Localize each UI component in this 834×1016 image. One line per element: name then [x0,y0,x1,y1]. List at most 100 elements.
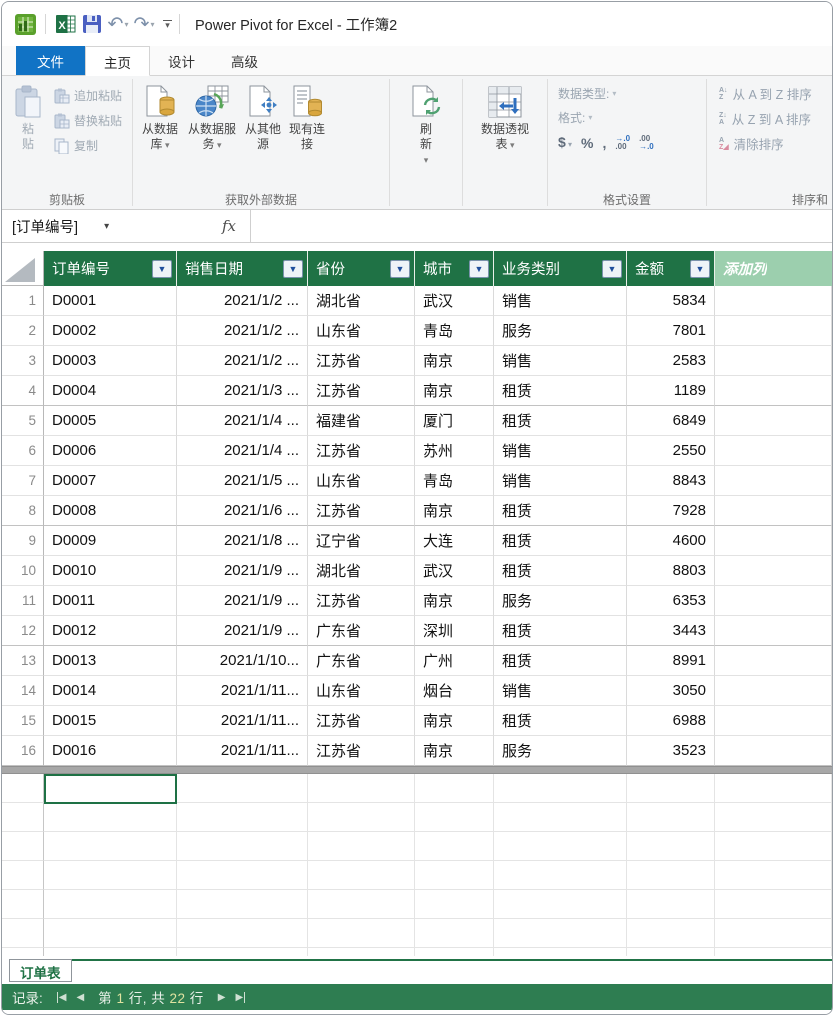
cell-business-type[interactable]: 销售 [494,346,627,376]
cell-add-column[interactable] [715,406,832,436]
cell-order-id[interactable]: D0009 [44,526,177,556]
from-other-sources-button[interactable]: 从其他源 [241,79,285,152]
cell-province[interactable]: 山东省 [308,466,415,496]
cell-city[interactable]: 南京 [415,496,494,526]
cell-sale-date[interactable]: 2021/1/4 ... [177,406,308,436]
cell-add-column[interactable] [715,676,832,706]
row-number[interactable]: 8 [2,496,44,526]
row-number[interactable]: 6 [2,436,44,466]
empty-cell[interactable] [715,803,832,832]
tab-advanced[interactable]: 高级 [213,46,276,75]
row-number[interactable]: 14 [2,676,44,706]
empty-cell[interactable] [2,774,44,803]
tab-design[interactable]: 设计 [150,46,213,75]
empty-cell[interactable] [2,832,44,861]
empty-cell[interactable] [177,803,308,832]
cell-province[interactable]: 江苏省 [308,346,415,376]
select-all-corner[interactable] [2,251,44,286]
first-record-icon[interactable]: ◀ [57,992,67,1003]
cell-add-column[interactable] [715,346,832,376]
cell-business-type[interactable]: 销售 [494,676,627,706]
horizontal-splitter[interactable] [2,766,832,774]
cell-sale-date[interactable]: 2021/1/11... [177,736,308,766]
empty-cell[interactable] [308,861,415,890]
cell-order-id[interactable]: D0005 [44,406,177,436]
cell-business-type[interactable]: 服务 [494,736,627,766]
cell-add-column[interactable] [715,586,832,616]
cell-sale-date[interactable]: 2021/1/3 ... [177,376,308,406]
save-icon[interactable] [79,11,105,37]
existing-connections-button[interactable]: 现有连接 [285,79,329,152]
cell-amount[interactable]: 2550 [627,436,715,466]
cell-city[interactable]: 武汉 [415,556,494,586]
from-database-button[interactable]: 从数据库 ▾ [137,79,183,152]
cell-add-column[interactable] [715,646,832,676]
filter-dropdown-icon[interactable]: ▼ [469,260,489,278]
cell-sale-date[interactable]: 2021/1/4 ... [177,436,308,466]
cell-province[interactable]: 湖北省 [308,286,415,316]
empty-cell[interactable] [177,948,308,956]
column-header-amount[interactable]: 金额 ▼ [627,251,715,286]
column-header-business-type[interactable]: 业务类别 ▼ [494,251,627,286]
cell-business-type[interactable]: 租赁 [494,706,627,736]
cell-order-id[interactable]: D0001 [44,286,177,316]
cell-order-id[interactable]: D0016 [44,736,177,766]
empty-cell[interactable] [627,832,715,861]
empty-cell[interactable] [308,919,415,948]
cell-sale-date[interactable]: 2021/1/9 ... [177,586,308,616]
empty-cell[interactable] [44,803,177,832]
empty-cell[interactable] [2,919,44,948]
empty-cell[interactable] [308,832,415,861]
cell-amount[interactable]: 6849 [627,406,715,436]
tab-file[interactable]: 文件 [16,46,85,75]
row-number[interactable]: 15 [2,706,44,736]
empty-cell[interactable] [715,890,832,919]
cell-business-type[interactable]: 销售 [494,466,627,496]
copy-button[interactable]: 复制 [50,133,126,158]
cell-order-id[interactable]: D0010 [44,556,177,586]
row-number[interactable]: 13 [2,646,44,676]
cell-province[interactable]: 广东省 [308,646,415,676]
cell-city[interactable]: 广州 [415,646,494,676]
cell-add-column[interactable] [715,616,832,646]
empty-cell[interactable] [2,861,44,890]
cell-order-id[interactable]: D0003 [44,346,177,376]
filter-dropdown-icon[interactable]: ▼ [690,260,710,278]
cell-add-column[interactable] [715,736,832,766]
last-record-icon[interactable]: ▶ [236,992,246,1003]
sheet-tab-orders[interactable]: 订单表 [9,959,72,982]
cell-order-id[interactable]: D0013 [44,646,177,676]
empty-cell[interactable] [308,803,415,832]
refresh-button[interactable]: 刷新 ▾ [406,79,446,167]
row-number[interactable]: 4 [2,376,44,406]
empty-cell[interactable] [415,803,494,832]
empty-cell[interactable] [177,890,308,919]
empty-cell[interactable] [308,948,415,956]
empty-cell[interactable] [494,832,627,861]
empty-cell[interactable] [44,890,177,919]
empty-cell[interactable] [627,774,715,803]
cell-sale-date[interactable]: 2021/1/5 ... [177,466,308,496]
cell-city[interactable]: 烟台 [415,676,494,706]
sort-z-to-a-button[interactable]: Z↓A 从 Z 到 A 排序 [719,106,812,131]
cell-business-type[interactable]: 租赁 [494,526,627,556]
excel-switch-icon[interactable]: X [53,11,79,37]
empty-cell[interactable] [2,948,44,956]
column-header-order-id[interactable]: 订单编号 ▼ [44,251,177,286]
cell-add-column[interactable] [715,496,832,526]
redo-icon[interactable]: ↷▾ [131,11,157,37]
currency-format-button[interactable]: $ ▾ [558,134,572,152]
cell-province[interactable]: 福建省 [308,406,415,436]
cell-add-column[interactable] [715,286,832,316]
cell-province[interactable]: 江苏省 [308,706,415,736]
column-header-province[interactable]: 省份 ▼ [308,251,415,286]
cell-city[interactable]: 南京 [415,346,494,376]
cell-amount[interactable]: 7928 [627,496,715,526]
quick-access-customize-icon[interactable]: ▾ [163,20,172,28]
cell-province[interactable]: 江苏省 [308,436,415,466]
empty-cell[interactable] [415,832,494,861]
add-column-header[interactable]: 添加列 [715,251,832,286]
tab-home[interactable]: 主页 [85,46,150,76]
cell-province[interactable]: 山东省 [308,676,415,706]
empty-cell[interactable] [415,861,494,890]
